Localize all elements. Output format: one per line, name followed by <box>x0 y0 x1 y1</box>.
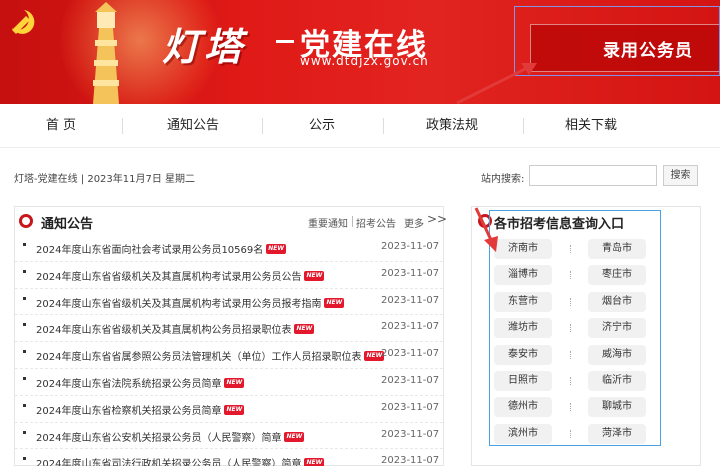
main-nav: 首 页 通知公告 公示 政策法规 相关下载 <box>0 104 720 148</box>
notice-panel-title: 通知公告 <box>41 217 94 232</box>
annotation-arrow-icon <box>456 63 537 105</box>
nav-item-home[interactable]: 首 页 <box>36 104 86 148</box>
city-divider <box>570 245 572 253</box>
city-link[interactable]: 菏泽市 <box>588 423 646 444</box>
nav-divider <box>523 118 524 134</box>
city-link[interactable]: 德州市 <box>494 397 552 418</box>
city-divider <box>570 377 572 385</box>
notice-date: 2023-11-07 <box>381 401 440 413</box>
tab-recruit-notices[interactable]: 招考公告 <box>356 215 396 230</box>
notice-panel-header: 通知公告 重要通知 招考公告 更多 >> <box>15 207 447 235</box>
notice-title-link[interactable]: 2024年度山东省省级机关及其直属机构考试录用公务员公告 NEW <box>36 268 325 283</box>
notice-date: 2023-11-07 <box>381 294 440 306</box>
city-link[interactable]: 济南市 <box>494 239 552 259</box>
search-input[interactable] <box>529 165 657 186</box>
more-link[interactable]: 更多 <box>404 215 424 230</box>
city-divider <box>570 324 572 333</box>
notice-date: 2023-11-07 <box>381 428 440 440</box>
tab-divider <box>352 216 353 227</box>
notice-title-link[interactable]: 2024年度山东省省级机关及其直属机构考试录用公务员报考指南 NEW <box>36 295 345 310</box>
logo-dash <box>276 40 294 43</box>
city-link[interactable]: 日照市 <box>494 371 552 391</box>
city-link[interactable]: 淄博市 <box>494 265 552 286</box>
list-item[interactable]: 2024年度山东省省级机关及其直属机构公务员招录职位表 NEW 2023-11-07 <box>15 315 443 343</box>
notice-title-link[interactable]: 2024年度山东省省级机关及其直属机构公务员招录职位表 NEW <box>36 321 315 336</box>
city-link[interactable]: 济宁市 <box>588 318 646 339</box>
bullet-icon <box>23 350 26 354</box>
list-item[interactable]: 2024年度山东省检察机关招录公务员简章 NEW 2023-11-07 <box>15 396 443 423</box>
site-url: www.dtdjzx.gov.cn <box>300 54 429 68</box>
new-badge: NEW <box>304 458 325 466</box>
nav-item-policies[interactable]: 政策法规 <box>424 104 480 148</box>
city-link[interactable]: 聊城市 <box>588 397 646 418</box>
notice-title-link[interactable]: 2024年度山东省法院系统招录公务员简章 NEW <box>36 375 245 390</box>
bullet-icon <box>23 296 26 300</box>
new-badge: NEW <box>224 404 245 415</box>
notice-list: 2024年度山东省面向社会考试录用公务员10569名 NEW 2023-11-07 2… <box>15 235 443 466</box>
city-divider <box>570 403 572 412</box>
nav-divider <box>122 118 123 134</box>
new-badge: NEW <box>294 324 315 335</box>
notice-icon <box>19 214 33 228</box>
list-item[interactable]: 2024年度山东省法院系统招录公务员简章 NEW 2023-11-07 <box>15 369 443 396</box>
breadcrumb-date: 灯塔-党建在线 | 2023年11月7日 星期二 <box>14 174 196 185</box>
new-badge: NEW <box>266 244 287 254</box>
notice-title-link[interactable]: 2024年度山东省面向社会考试录用公务员10569名 NEW <box>36 241 287 256</box>
new-badge: NEW <box>304 270 325 281</box>
city-link[interactable]: 烟台市 <box>588 291 646 312</box>
notice-title-link[interactable]: 2024年度山东省司法行政机关招录公务员（人民警察）简章 NEW <box>36 455 325 466</box>
notice-date: 2023-11-07 <box>381 374 440 386</box>
nav-item-publicity[interactable]: 公示 <box>302 104 342 148</box>
bullet-icon <box>23 430 26 434</box>
new-badge: NEW <box>324 297 345 308</box>
nav-divider <box>262 118 263 134</box>
list-item[interactable]: 2024年度山东省公安机关招录公务员（人民警察）简章 NEW 2023-11-07 <box>15 423 443 450</box>
notice-date: 2023-11-07 <box>381 348 440 360</box>
list-item[interactable]: 2024年度山东省面向社会考试录用公务员10569名 NEW 2023-11-07 <box>15 235 443 262</box>
new-badge: NEW <box>224 377 245 388</box>
notice-date: 2023-11-07 <box>381 455 440 466</box>
city-link[interactable]: 威海市 <box>588 344 646 365</box>
notice-date: 2023-11-07 <box>381 267 440 279</box>
bullet-icon <box>23 243 26 246</box>
list-item[interactable]: 2024年度山东省司法行政机关招录公务员（人民警察）简章 NEW 2023-11-0… <box>15 449 443 466</box>
city-link[interactable]: 枣庄市 <box>588 265 646 286</box>
notice-title-link[interactable]: 2024年度山东省公安机关招录公务员（人民警察）简章 NEW <box>36 429 305 444</box>
city-divider <box>570 271 572 280</box>
hammer-sickle-icon <box>12 10 35 34</box>
city-divider <box>570 350 572 359</box>
notice-panel: 通知公告 重要通知 招考公告 更多 >> 2024年度山东省面向社会考试录用公务… <box>14 206 447 466</box>
notice-title-link[interactable]: 2024年度山东省省属参照公务员法管理机关（单位）工作人员招录职位表 NEW <box>36 348 385 363</box>
city-link[interactable]: 潍坊市 <box>494 318 552 339</box>
nav-item-notices[interactable]: 通知公告 <box>165 104 221 148</box>
list-item[interactable]: 2024年度山东省省级机关及其直属机构考试录用公务员报考指南 NEW 2023-11… <box>15 289 443 316</box>
city-divider <box>570 297 572 306</box>
city-link[interactable]: 滨州市 <box>494 423 552 444</box>
logo-title: 灯塔 <box>162 24 247 69</box>
bullet-icon <box>23 269 26 273</box>
lighthouse-icon <box>93 2 119 104</box>
bullet-icon <box>23 457 26 461</box>
notice-date: 2023-11-07 <box>381 241 440 252</box>
city-link[interactable]: 东营市 <box>494 291 552 312</box>
city-link[interactable]: 泰安市 <box>494 344 552 365</box>
nav-divider <box>383 118 384 134</box>
bullet-icon <box>23 403 26 407</box>
search-button[interactable]: 搜索 <box>663 165 698 186</box>
list-item[interactable]: 2024年度山东省省级机关及其直属机构考试录用公务员公告 NEW 2023-11-0… <box>15 262 443 289</box>
city-link[interactable]: 临沂市 <box>588 371 646 391</box>
new-badge: NEW <box>284 431 305 442</box>
list-item[interactable]: 2024年度山东省省属参照公务员法管理机关（单位）工作人员招录职位表 NEW 202… <box>15 342 443 369</box>
double-chevron-right-icon[interactable]: >> <box>427 212 447 226</box>
notice-date: 2023-11-07 <box>381 321 440 333</box>
bullet-icon <box>23 323 26 327</box>
tab-important-notices[interactable]: 重要通知 <box>308 215 348 230</box>
city-divider <box>570 429 572 438</box>
city-link[interactable]: 青岛市 <box>588 239 646 259</box>
search-label: 站内搜索: <box>481 174 525 185</box>
annotation-arrow-icon <box>474 207 498 252</box>
bullet-icon <box>23 376 26 380</box>
notice-title-link[interactable]: 2024年度山东省检察机关招录公务员简章 NEW <box>36 402 245 417</box>
nav-item-downloads[interactable]: 相关下载 <box>563 104 619 148</box>
